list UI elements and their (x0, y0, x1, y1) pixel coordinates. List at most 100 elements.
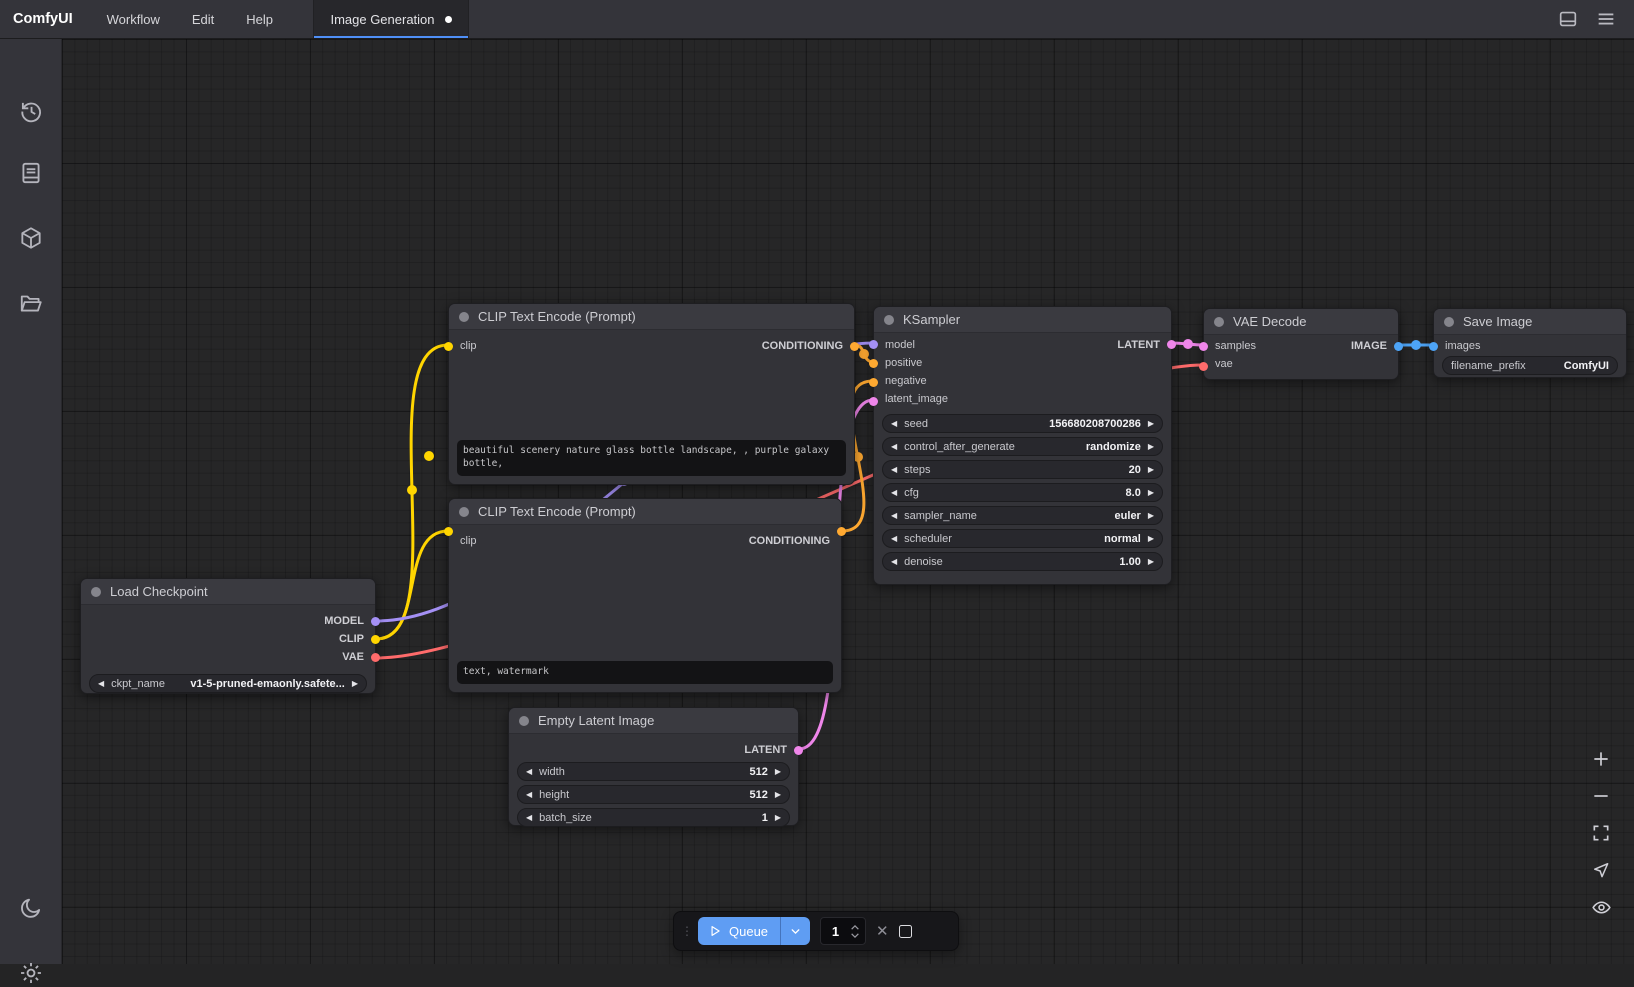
widget-height[interactable]: ◀ height 512 ▶ (517, 785, 790, 804)
left-arrow-icon[interactable]: ◀ (526, 814, 532, 822)
left-arrow-icon[interactable]: ◀ (891, 535, 897, 543)
left-arrow-icon[interactable]: ◀ (891, 512, 897, 520)
port-clip-in[interactable] (444, 527, 453, 536)
queue-log-icon[interactable] (17, 159, 45, 187)
drag-handle-icon[interactable]: ⋮ (681, 928, 688, 935)
node-title-bar[interactable]: Load Checkpoint (81, 579, 375, 605)
clear-queue-icon[interactable]: ✕ (876, 922, 889, 940)
node-title-bar[interactable]: CLIP Text Encode (Prompt) (449, 499, 841, 525)
settings-gear-icon[interactable] (17, 959, 45, 987)
fit-view-icon[interactable] (1590, 822, 1612, 844)
theme-moon-icon[interactable] (17, 894, 45, 922)
node-load-checkpoint[interactable]: Load Checkpoint MODEL CLIP VAE ◀ ckpt_na… (80, 578, 376, 694)
hamburger-menu-icon[interactable] (1592, 5, 1620, 33)
right-arrow-icon[interactable]: ▶ (775, 768, 781, 776)
menu-workflow[interactable]: Workflow (91, 0, 176, 38)
widget-filename-prefix[interactable]: filename_prefix ComfyUI (1442, 356, 1618, 375)
port-images-in[interactable] (1429, 342, 1438, 351)
widget-control-after-generate[interactable]: ◀ control_after_generate randomize ▶ (882, 437, 1163, 456)
port-image-out[interactable] (1394, 342, 1403, 351)
right-arrow-icon[interactable]: ▶ (775, 814, 781, 822)
left-arrow-icon[interactable]: ◀ (98, 680, 104, 688)
port-model-in[interactable] (869, 340, 878, 349)
node-title-bar[interactable]: KSampler (874, 307, 1171, 333)
right-arrow-icon[interactable]: ▶ (1148, 558, 1154, 566)
widget-sampler-name[interactable]: ◀ sampler_name euler ▶ (882, 506, 1163, 525)
prompt-textarea[interactable]: text, watermark (457, 661, 833, 684)
widget-denoise[interactable]: ◀ denoise 1.00 ▶ (882, 552, 1163, 571)
widget-value: 1 (762, 812, 768, 824)
widget-width[interactable]: ◀ width 512 ▶ (517, 762, 790, 781)
right-arrow-icon[interactable]: ▶ (775, 791, 781, 799)
right-arrow-icon[interactable]: ▶ (352, 680, 358, 688)
port-conditioning-out[interactable] (837, 527, 846, 536)
port-positive-in[interactable] (869, 359, 878, 368)
port-latent-out[interactable] (794, 746, 803, 755)
port-clip-in[interactable] (444, 342, 453, 351)
left-arrow-icon[interactable]: ◀ (891, 420, 897, 428)
node-title-bar[interactable]: VAE Decode (1204, 309, 1398, 335)
node-clip-text-encode-positive[interactable]: CLIP Text Encode (Prompt) clip CONDITION… (448, 303, 855, 485)
node-title-bar[interactable]: Empty Latent Image (509, 708, 798, 734)
right-arrow-icon[interactable]: ▶ (1148, 466, 1154, 474)
right-arrow-icon[interactable]: ▶ (1148, 443, 1154, 451)
node-library-icon[interactable] (17, 224, 45, 252)
right-arrow-icon[interactable]: ▶ (1148, 489, 1154, 497)
stop-icon[interactable] (899, 925, 912, 938)
zoom-in-icon[interactable] (1590, 748, 1612, 770)
queue-options-chevron[interactable] (781, 925, 810, 938)
port-clip-out[interactable] (371, 635, 380, 644)
queue-button-label: Queue (729, 924, 768, 939)
output-label-image: IMAGE (1351, 340, 1387, 352)
workflows-folder-icon[interactable] (17, 289, 45, 317)
node-vae-decode[interactable]: VAE Decode samples IMAGE vae (1203, 308, 1399, 380)
step-up-icon[interactable] (850, 924, 860, 931)
port-vae-in[interactable] (1199, 362, 1208, 371)
bottom-panel-icon[interactable] (1554, 5, 1582, 33)
widget-label: cfg (904, 487, 919, 499)
tab-image-generation[interactable]: Image Generation (313, 0, 469, 38)
node-title-bar[interactable]: CLIP Text Encode (Prompt) (449, 304, 854, 330)
port-negative-in[interactable] (869, 378, 878, 387)
widget-seed[interactable]: ◀ seed 156680208700286 ▶ (882, 414, 1163, 433)
widget-ckpt-name[interactable]: ◀ ckpt_name v1-5-pruned-emaonly.safete..… (89, 674, 367, 693)
history-icon[interactable] (17, 97, 45, 125)
node-title-bar[interactable]: Save Image (1434, 309, 1626, 335)
widget-scheduler[interactable]: ◀ scheduler normal ▶ (882, 529, 1163, 548)
batch-count-stepper[interactable]: 1 (820, 917, 866, 945)
menu-help[interactable]: Help (230, 0, 289, 38)
node-clip-text-encode-negative[interactable]: CLIP Text Encode (Prompt) clip CONDITION… (448, 498, 842, 693)
node-title: Load Checkpoint (110, 584, 208, 599)
left-arrow-icon[interactable]: ◀ (891, 489, 897, 497)
queue-button[interactable]: Queue (698, 917, 810, 945)
node-status-dot (884, 315, 894, 325)
left-arrow-icon[interactable]: ◀ (891, 466, 897, 474)
left-arrow-icon[interactable]: ◀ (526, 791, 532, 799)
port-latent-image-in[interactable] (869, 397, 878, 406)
right-arrow-icon[interactable]: ▶ (1148, 420, 1154, 428)
port-vae-out[interactable] (371, 653, 380, 662)
left-arrow-icon[interactable]: ◀ (891, 558, 897, 566)
port-model-out[interactable] (371, 617, 380, 626)
left-arrow-icon[interactable]: ◀ (526, 768, 532, 776)
node-canvas[interactable] (62, 39, 1634, 964)
node-save-image[interactable]: Save Image images filename_prefix ComfyU… (1433, 308, 1627, 378)
step-down-icon[interactable] (850, 932, 860, 939)
port-samples-in[interactable] (1199, 342, 1208, 351)
select-mode-icon[interactable] (1590, 859, 1612, 881)
menu-edit[interactable]: Edit (176, 0, 230, 38)
widget-cfg[interactable]: ◀ cfg 8.0 ▶ (882, 483, 1163, 502)
toggle-visibility-eye-icon[interactable] (1590, 896, 1612, 918)
node-ksampler[interactable]: KSampler model LATENT positive negative … (873, 306, 1172, 585)
port-conditioning-out[interactable] (850, 342, 859, 351)
left-arrow-icon[interactable]: ◀ (891, 443, 897, 451)
widget-batch-size[interactable]: ◀ batch_size 1 ▶ (517, 808, 790, 827)
port-latent-out[interactable] (1167, 340, 1176, 349)
node-empty-latent-image[interactable]: Empty Latent Image LATENT ◀ width 512 ▶ … (508, 707, 799, 826)
right-arrow-icon[interactable]: ▶ (1148, 512, 1154, 520)
zoom-out-icon[interactable] (1590, 785, 1612, 807)
right-arrow-icon[interactable]: ▶ (1148, 535, 1154, 543)
prompt-textarea[interactable]: beautiful scenery nature glass bottle la… (457, 440, 846, 476)
widget-steps[interactable]: ◀ steps 20 ▶ (882, 460, 1163, 479)
widget-value: 156680208700286 (1049, 418, 1141, 430)
